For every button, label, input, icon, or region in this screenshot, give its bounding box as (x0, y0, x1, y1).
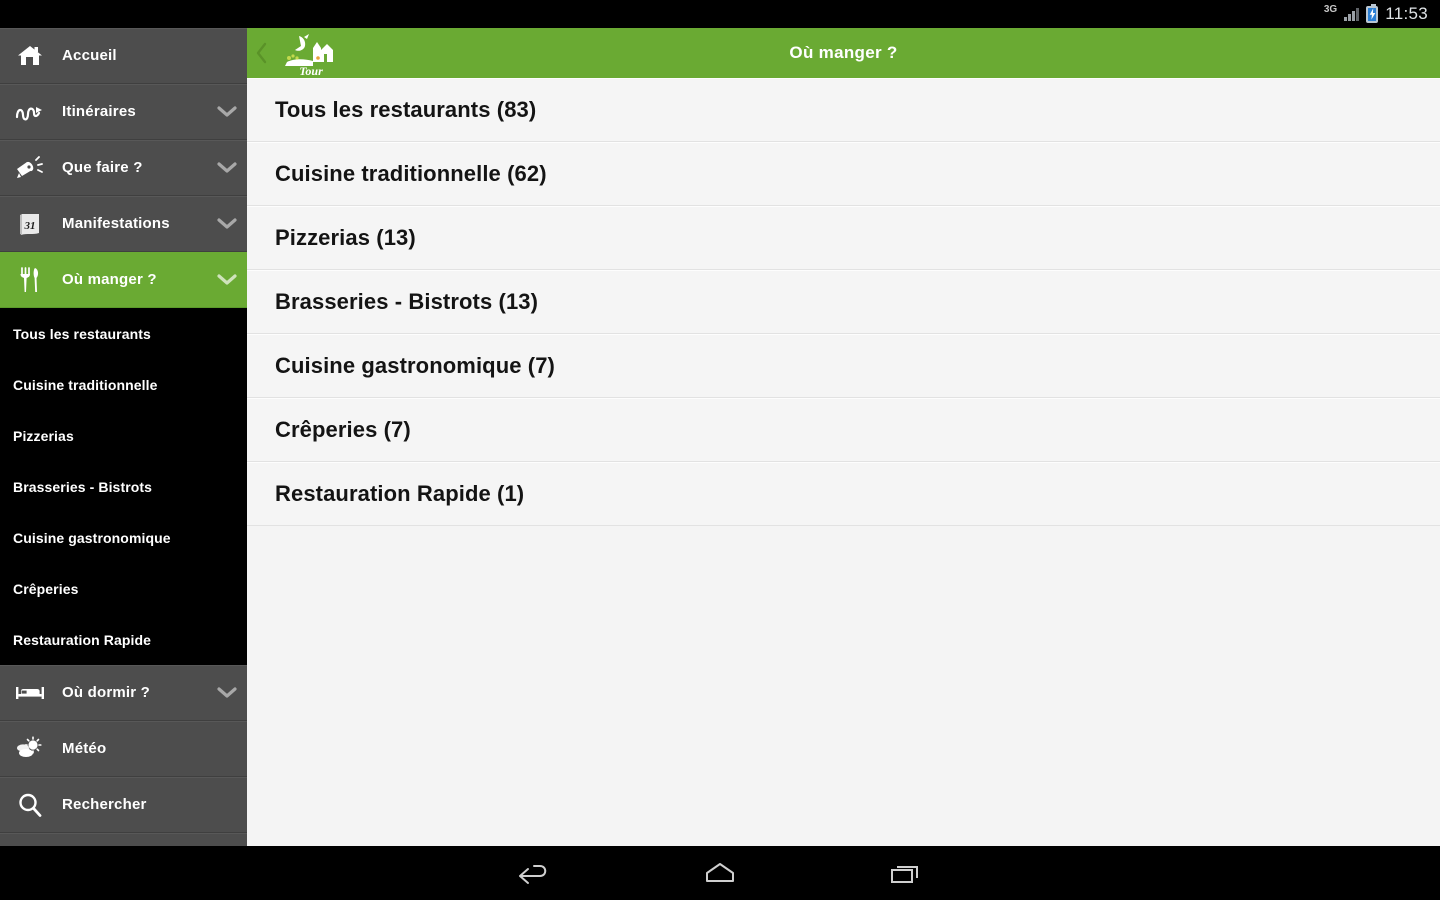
list-item[interactable]: Brasseries - Bistrots (13) (247, 270, 1440, 334)
sidebar-item-label: Manifestations (62, 215, 170, 232)
sidebar-item-label: Rechercher (62, 796, 147, 813)
list-item-label: Restauration Rapide (1) (275, 480, 525, 506)
list-item-label: Brasseries - Bistrots (13) (275, 288, 539, 314)
calendar-31-icon: 31 (8, 211, 52, 237)
sidebar-item-itineraires[interactable]: Itinéraires (0, 84, 247, 140)
sidebar-submenu-ou-manger: Tous les restaurants Cuisine traditionne… (0, 308, 247, 665)
list-item-label: Cuisine gastronomique (7) (275, 352, 555, 378)
sidebar: Accueil Itinéraires Que faire ? 31 Manif… (0, 28, 247, 846)
list-item[interactable]: Cuisine traditionnelle (62) (247, 142, 1440, 206)
chevron-left-icon[interactable] (249, 42, 275, 64)
app-root: 3G 11:53 Accueil Itinéraires Que faire ?… (0, 0, 1440, 900)
cutlery-icon (8, 266, 52, 294)
signal-bars-icon (1344, 7, 1360, 21)
svg-text:31: 31 (24, 220, 36, 232)
list-item[interactable]: Tous les restaurants (83) (247, 78, 1440, 142)
list-item[interactable]: Restauration Rapide (1) (247, 462, 1440, 526)
list-item-label: Crêperies (7) (275, 416, 411, 442)
app-logo[interactable]: Tour (277, 28, 341, 78)
megaphone-icon (8, 155, 52, 180)
submenu-item[interactable]: Tous les restaurants (0, 308, 247, 359)
sidebar-item-ou-dormir[interactable]: Où dormir ? (0, 665, 247, 721)
chevron-down-icon[interactable] (207, 105, 247, 118)
android-home-icon[interactable] (692, 853, 748, 893)
list-item-label: Cuisine traditionnelle (62) (275, 160, 547, 186)
list-item-label: Tous les restaurants (83) (275, 96, 537, 122)
clock-label: 11:53 (1385, 4, 1428, 23)
sidebar-item-rechercher[interactable]: Rechercher (0, 777, 247, 833)
status-bar: 3G 11:53 (0, 0, 1440, 28)
chevron-down-icon[interactable] (207, 686, 247, 699)
list-item-label: Pizzerias (13) (275, 224, 416, 250)
sidebar-item-meteo[interactable]: Météo (0, 721, 247, 777)
sidebar-item-label: Que faire ? (62, 159, 143, 176)
submenu-item[interactable]: Crêperies (0, 563, 247, 614)
app-header: Tour Où manger ? (247, 28, 1440, 78)
network-type-label: 3G (1323, 3, 1338, 15)
bed-icon (8, 684, 52, 702)
page-title: Où manger ? (789, 43, 898, 62)
svg-text:Tour: Tour (299, 64, 323, 78)
submenu-item[interactable]: Restauration Rapide (0, 614, 247, 665)
home-icon (8, 44, 52, 68)
restaurant-category-list: Tous les restaurants (83) Cuisine tradit… (247, 78, 1440, 846)
android-nav-bar (0, 846, 1440, 900)
route-icon (8, 102, 52, 122)
sidebar-item-accueil[interactable]: Accueil (0, 28, 247, 84)
list-item[interactable]: Crêperies (7) (247, 398, 1440, 462)
sidebar-item-label: Météo (62, 740, 107, 757)
submenu-item[interactable]: Brasseries - Bistrots (0, 461, 247, 512)
chevron-down-icon[interactable] (207, 161, 247, 174)
android-back-icon[interactable] (506, 853, 562, 893)
list-item[interactable]: Pizzerias (13) (247, 206, 1440, 270)
sidebar-item-manifestations[interactable]: 31 Manifestations (0, 196, 247, 252)
android-recents-icon[interactable] (878, 853, 934, 893)
battery-charging-icon (1366, 3, 1379, 23)
sidebar-item-ou-manger[interactable]: Où manger ? (0, 252, 247, 308)
search-icon (8, 792, 52, 818)
sidebar-item-partial[interactable] (0, 833, 247, 846)
sidebar-item-label: Itinéraires (62, 103, 136, 120)
sidebar-item-label: Accueil (62, 47, 117, 64)
sidebar-item-que-faire[interactable]: Que faire ? (0, 140, 247, 196)
submenu-item[interactable]: Cuisine gastronomique (0, 512, 247, 563)
submenu-item[interactable]: Pizzerias (0, 410, 247, 461)
chevron-down-icon[interactable] (207, 217, 247, 230)
chevron-down-icon[interactable] (207, 273, 247, 286)
sidebar-item-label: Où dormir ? (62, 684, 151, 701)
sidebar-item-label: Où manger ? (62, 271, 157, 288)
submenu-item[interactable]: Cuisine traditionnelle (0, 359, 247, 410)
list-item[interactable]: Cuisine gastronomique (7) (247, 334, 1440, 398)
weather-sun-cloud-icon (8, 735, 52, 762)
